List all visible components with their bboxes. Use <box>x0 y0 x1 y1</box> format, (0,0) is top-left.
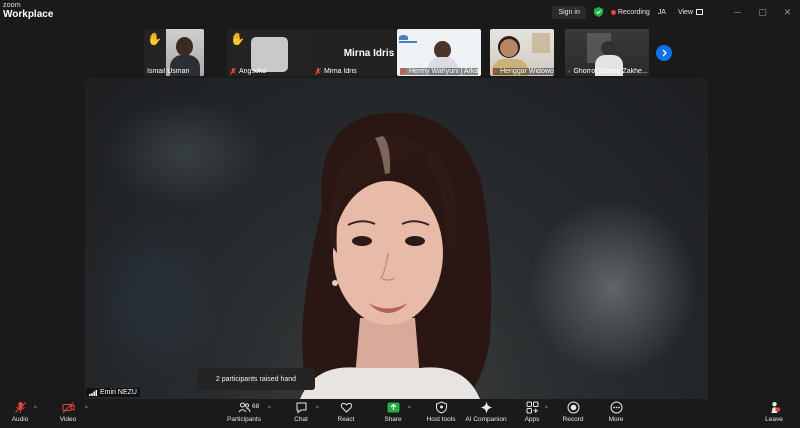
more-dots-icon <box>610 401 622 414</box>
participant-avatar <box>251 37 288 72</box>
leave-label: Leave <box>765 416 783 423</box>
ai-companion-label: AI Companion <box>465 416 507 423</box>
participant-tile[interactable]: Mirna Idris Mirna Idris <box>312 29 396 76</box>
mic-muted-icon <box>315 68 321 75</box>
chevron-right-icon <box>662 49 667 57</box>
participant-name: Henggar Widowo <box>500 68 554 75</box>
speaker-name-label: Emiri NEZU <box>86 388 140 397</box>
audio-label: Audio <box>11 416 29 423</box>
react-label: React <box>337 416 355 423</box>
participant-tile[interactable]: Hermy Wahyuni | Arka <box>397 29 481 76</box>
participant-name: Angsoka <box>239 68 267 75</box>
video-label: Video <box>59 416 77 423</box>
speaker-name: Emiri NEZU <box>100 389 137 396</box>
audio-button[interactable]: Audio <box>8 401 32 428</box>
speaker-person-image <box>300 112 492 399</box>
participant-tile[interactable]: Ghorrot Zidane Zakhe... <box>565 29 649 76</box>
leave-icon <box>771 402 780 413</box>
record-label: Record <box>562 416 584 423</box>
ai-companion-button[interactable]: AI Companion <box>465 401 507 428</box>
chat-icon <box>296 402 306 414</box>
mic-muted-icon <box>493 68 498 75</box>
chat-label: Chat <box>294 416 308 423</box>
participant-name: Ismail Usman <box>147 68 190 75</box>
zoom-workplace-logo: zoom Workplace <box>3 2 54 20</box>
next-page-button[interactable] <box>656 45 672 61</box>
video-options-chevron-icon[interactable]: ^ <box>85 406 88 412</box>
mic-muted-icon <box>230 68 236 75</box>
apps-options-chevron-icon[interactable]: ^ <box>545 406 548 412</box>
chat-button[interactable]: Chat <box>289 401 313 428</box>
sign-in-button[interactable]: Sign in <box>552 5 586 19</box>
recording-dot-icon <box>610 9 616 15</box>
share-screen-icon <box>387 402 399 413</box>
leave-button[interactable]: Leave <box>762 401 786 428</box>
participant-name: Mirna Idris <box>324 68 357 75</box>
video-button[interactable]: Video <box>56 401 80 428</box>
mic-muted-icon <box>568 69 571 74</box>
participants-label: Participants <box>227 416 261 423</box>
heart-icon <box>340 402 352 413</box>
user-avatar-initials[interactable]: JA <box>658 9 666 16</box>
share-options-chevron-icon[interactable]: ^ <box>408 406 411 412</box>
connection-signal-icon <box>89 389 97 396</box>
participant-name: Hermy Wahyuni | Arka <box>409 68 479 75</box>
participant-tile[interactable]: ✋ Angsoka <box>227 29 312 76</box>
more-label: More <box>608 416 624 423</box>
host-tools-label: Host tools <box>426 416 456 423</box>
host-tools-button[interactable]: Host tools <box>424 401 458 428</box>
meeting-toolbar: Audio ^ Video ^ Participants 68 ^ Chat ^… <box>0 399 800 428</box>
share-button[interactable]: Share <box>381 401 405 428</box>
record-button[interactable]: Record <box>561 401 585 428</box>
participant-strip: ✋ Ismail Usman ✋ Angsoka Mirna Idris Mir… <box>0 24 800 78</box>
audio-options-chevron-icon[interactable]: ^ <box>34 406 37 412</box>
react-button[interactable]: React <box>334 401 358 428</box>
ai-sparkle-icon <box>480 401 492 414</box>
raised-hand-icon: ✋ <box>147 32 162 46</box>
mic-muted-icon <box>400 68 406 75</box>
recording-indicator[interactable]: Recording <box>618 9 650 16</box>
close-icon[interactable]: ✕ <box>775 0 800 24</box>
participant-display-name: Mirna Idris <box>343 48 395 59</box>
maximize-icon[interactable]: ▢ <box>750 0 775 24</box>
apps-grid-icon <box>526 401 538 414</box>
main-stage <box>0 78 800 399</box>
encryption-shield-icon[interactable] <box>593 7 603 17</box>
participant-name: Ghorrot Zidane Zakhe... <box>573 68 648 75</box>
active-speaker-video[interactable] <box>85 78 708 399</box>
mic-muted-icon <box>14 402 26 413</box>
company-logo-icon <box>399 35 421 45</box>
host-shield-icon <box>435 401 447 414</box>
minimize-icon[interactable]: ─ <box>725 0 750 24</box>
video-off-icon <box>62 402 74 413</box>
more-button[interactable]: More <box>604 401 628 428</box>
raised-hand-icon: ✋ <box>230 32 245 46</box>
share-label: Share <box>384 416 402 423</box>
participants-options-chevron-icon[interactable]: ^ <box>268 406 271 412</box>
grid-view-icon[interactable] <box>696 9 703 15</box>
logo-workplace-text: Workplace <box>3 9 54 20</box>
participant-tile[interactable]: Henggar Widowo <box>490 29 554 76</box>
participant-tile[interactable]: ✋ Ismail Usman <box>144 29 204 76</box>
participants-count: 68 <box>252 403 260 410</box>
view-button[interactable]: View <box>678 9 693 16</box>
apps-button[interactable]: Apps <box>520 401 544 428</box>
record-icon <box>567 401 579 414</box>
chat-options-chevron-icon[interactable]: ^ <box>316 406 319 412</box>
raised-hand-notification[interactable]: 2 participants raised hand <box>197 368 315 390</box>
title-bar: zoom Workplace Sign in Recording JA View… <box>0 0 800 24</box>
participants-icon <box>238 402 250 413</box>
apps-label: Apps <box>524 416 540 423</box>
